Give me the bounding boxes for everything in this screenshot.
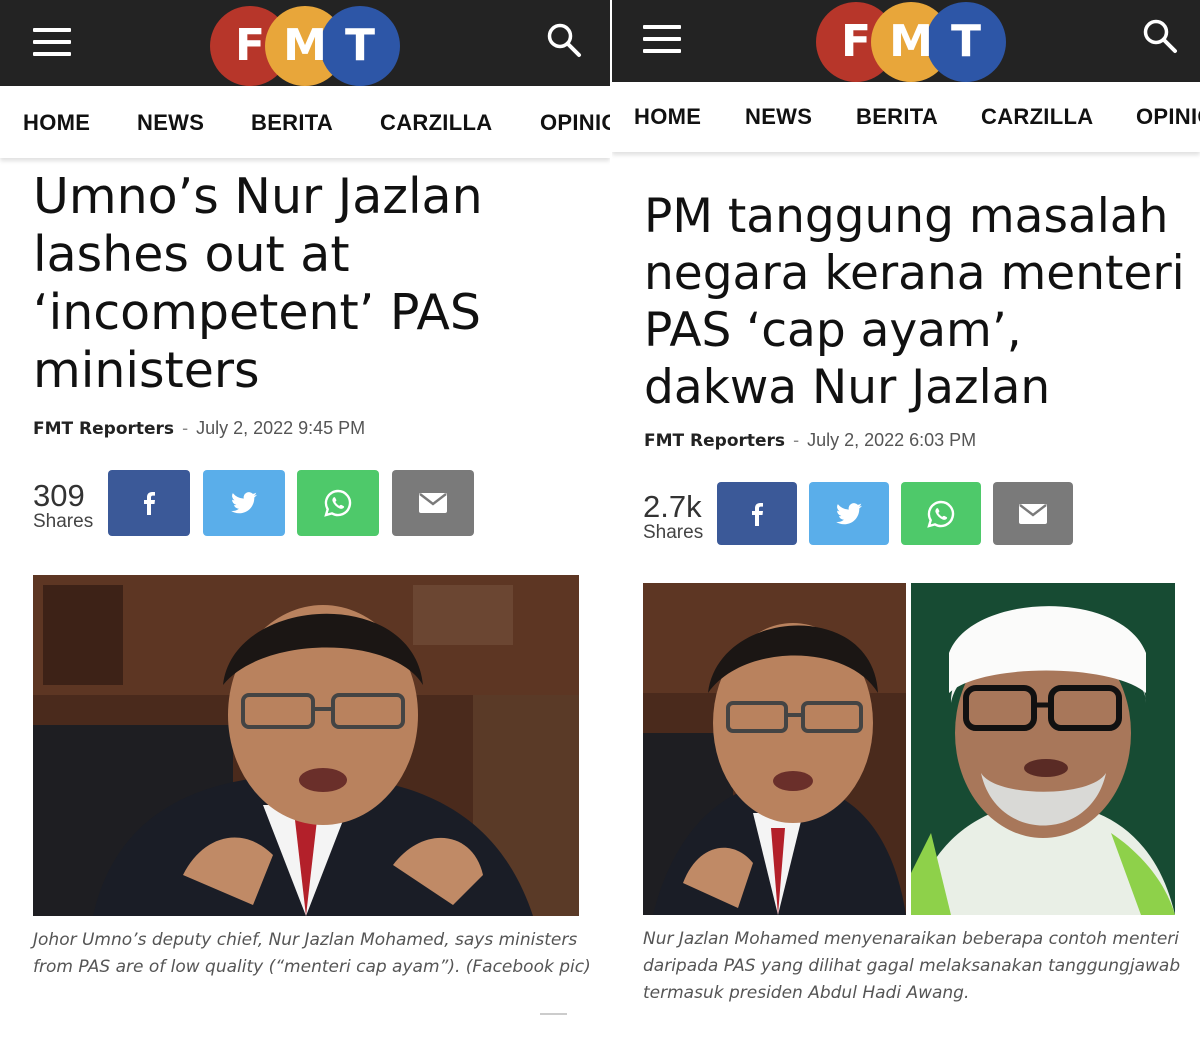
logo-letter-t: T — [344, 20, 375, 71]
nav-carzilla[interactable]: CARZILLA — [981, 104, 1093, 130]
email-icon — [419, 493, 447, 513]
article-headline: Umno’s Nur Jazlan lashes out at ‘incompe… — [33, 168, 483, 399]
whatsapp-share-button[interactable] — [297, 470, 379, 536]
hamburger-menu-icon[interactable] — [643, 25, 681, 53]
nav-berita[interactable]: BERITA — [251, 110, 333, 136]
main-nav: HOME NEWS BERITA CARZILLA OPINION — [612, 82, 1200, 152]
article-headline: PM tanggung masalah negara kerana menter… — [644, 189, 1185, 415]
photo-caption: Johor Umno’s deputy chief, Nur Jazlan Mo… — [33, 930, 591, 977]
nav-news[interactable]: NEWS — [745, 104, 812, 130]
byline-separator: - — [793, 430, 800, 450]
left-article-screenshot: F M T HOME NEWS BERITA CARZILLA OPINION … — [0, 0, 610, 1043]
whatsapp-share-button[interactable] — [901, 482, 981, 545]
facebook-share-button[interactable] — [108, 470, 190, 536]
main-nav: HOME NEWS BERITA CARZILLA OPINION — [0, 86, 610, 158]
share-counter: 309 Shares — [33, 480, 93, 533]
share-label: Shares — [33, 511, 94, 532]
facebook-share-button[interactable] — [717, 482, 797, 545]
top-bar: F M T — [0, 0, 610, 86]
twitter-share-button[interactable] — [809, 482, 889, 545]
twitter-share-button[interactable] — [203, 470, 285, 536]
article-photo-nur-jazlan — [643, 583, 906, 915]
photo-caption: Nur Jazlan Mohamed menyenaraikan beberap… — [643, 929, 1181, 1003]
whatsapp-icon — [927, 500, 955, 528]
facebook-icon — [752, 502, 763, 526]
twitter-icon — [231, 492, 257, 514]
twitter-icon — [836, 502, 862, 524]
nav-news[interactable]: NEWS — [137, 110, 204, 136]
publish-date: July 2, 2022 9:45 PM — [196, 418, 366, 438]
email-icon — [1019, 503, 1047, 524]
facebook-icon — [144, 492, 155, 515]
author-link[interactable]: FMT Reporters — [644, 431, 785, 451]
search-icon[interactable] — [546, 22, 582, 58]
nav-home[interactable]: HOME — [634, 104, 701, 130]
logo-letter-t: T — [950, 16, 981, 67]
byline: FMT Reporters - July 2, 2022 9:45 PM — [33, 418, 365, 439]
article-photo-abdul-hadi-awang — [911, 583, 1175, 915]
share-count: 2.7k — [643, 489, 702, 524]
fmt-logo[interactable]: F M T — [816, 2, 1006, 82]
divider-line — [540, 1013, 567, 1015]
top-bar: F M T — [612, 0, 1200, 82]
nav-home[interactable]: HOME — [23, 110, 90, 136]
nav-berita[interactable]: BERITA — [856, 104, 938, 130]
email-share-button[interactable] — [392, 470, 474, 536]
nav-opinion[interactable]: OPINION — [540, 110, 610, 136]
nav-opinion[interactable]: OPINION — [1136, 104, 1200, 130]
share-counter: 2.7k Shares — [643, 491, 703, 544]
article-photo — [33, 575, 579, 916]
share-label: Shares — [643, 522, 704, 543]
share-count: 309 — [33, 478, 85, 513]
nav-carzilla[interactable]: CARZILLA — [380, 110, 492, 136]
search-icon[interactable] — [1142, 18, 1178, 54]
fmt-logo[interactable]: F M T — [210, 6, 400, 86]
publish-date: July 2, 2022 6:03 PM — [807, 430, 977, 450]
whatsapp-icon — [324, 489, 352, 517]
right-article-screenshot: F M T HOME NEWS BERITA CARZILLA OPINION … — [612, 0, 1200, 1043]
author-link[interactable]: FMT Reporters — [33, 419, 174, 439]
byline: FMT Reporters - July 2, 2022 6:03 PM — [644, 430, 976, 451]
hamburger-menu-icon[interactable] — [33, 28, 71, 56]
email-share-button[interactable] — [993, 482, 1073, 545]
byline-separator: - — [182, 418, 189, 438]
